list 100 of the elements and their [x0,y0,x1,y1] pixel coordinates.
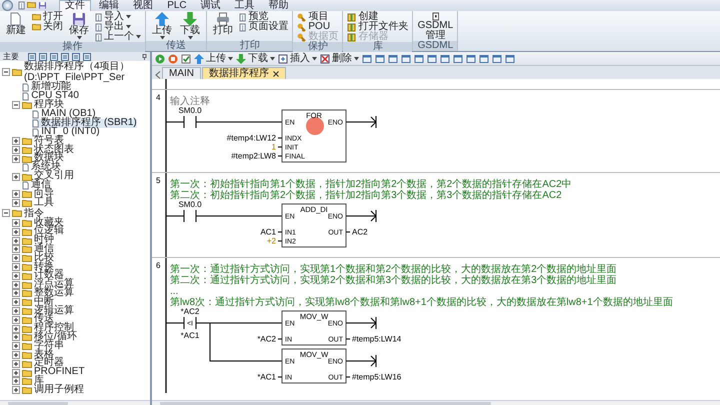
expand-toggle-icon[interactable] [12,324,20,333]
compile-icon [181,54,191,64]
tree-item[interactable]: 工具 [12,198,54,208]
ribbon-button[interactable]: 关闭 [32,22,63,32]
expand-toggle-icon[interactable] [12,190,20,198]
expand-toggle-icon[interactable] [12,386,20,394]
expand-toggle-icon[interactable] [12,218,20,227]
ribbon-button[interactable]: 打开 [32,12,63,22]
expand-toggle-icon[interactable] [12,377,20,386]
expand-toggle-icon[interactable] [12,199,20,208]
tree-item[interactable]: 新增功能 [22,83,72,92]
scrollbar-thumb[interactable] [160,402,492,404]
ribbon-button[interactable]: 导入 [95,12,142,22]
network-comment[interactable]: 输入注释 [170,96,210,107]
tree-item[interactable]: 定时器 [12,359,64,368]
function-block[interactable] [282,348,346,384]
menu-tab[interactable]: 视图 [127,0,160,11]
network-comment[interactable]: 第一次：通过指针方式访问，实现第1个数据和第2个数据的比较，大的数据放在第2个数据的地址里面 [170,264,617,275]
tree-item[interactable]: 表格 [12,350,54,360]
ribbon-button[interactable]: 保存 [67,12,91,42]
expand-toggle-icon[interactable] [12,289,20,298]
menu-tab[interactable]: 调试 [194,0,227,11]
tree-item[interactable]: 收藏夹 [12,218,64,228]
ribbon-button[interactable]: 项目 [297,12,338,22]
tree-item[interactable]: 数据排序程序 (SBR1) [32,118,137,128]
network-comment[interactable]: ... [170,286,178,297]
page-icon [18,1,26,10]
menu-tab[interactable]: 帮助 [262,0,295,11]
down-arrow-icon [183,12,198,26]
ribbon-button[interactable]: 上传 [150,12,174,41]
function-block[interactable] [282,110,346,162]
function-block[interactable] [282,310,346,346]
expand-toggle-icon[interactable] [12,333,20,342]
contact-symbol [184,116,196,128]
expand-toggle-icon[interactable] [12,306,20,315]
tree-item[interactable]: 状态图表 [12,146,74,154]
function-block[interactable] [282,204,346,248]
collapse-toggle-icon[interactable] [2,209,10,218]
tree-item[interactable]: 符号表 [12,136,64,146]
tree-item[interactable]: 浮点运算 [12,280,74,289]
menu-tab[interactable]: 编辑 [93,0,126,11]
tree-item[interactable]: 逻辑运算 [12,306,74,316]
collapse-toggle-icon[interactable] [2,68,10,76]
menu-tab[interactable]: PLC [161,0,193,11]
expand-toggle-icon[interactable] [12,350,20,359]
ribbon-button[interactable]: 预览 [239,12,288,22]
tree-item[interactable]: 比较 [12,254,54,263]
tree-item[interactable]: 移位/循环 [12,332,77,342]
expand-toggle-icon[interactable] [12,154,20,163]
app-menu-button[interactable] [2,0,13,11]
ribbon-button[interactable]: 导出 [95,22,142,32]
expand-toggle-icon[interactable] [12,254,20,262]
ribbon-button[interactable]: 打印 [211,12,236,41]
expand-toggle-icon[interactable] [12,280,20,289]
ribbon-button[interactable]: 上一个 [95,32,142,42]
expand-toggle-icon[interactable] [12,272,20,280]
operand-label: *AC2 [257,334,276,344]
scrollbar-thumb[interactable] [8,402,68,404]
ribbon-button[interactable]: 下载 [178,12,202,41]
network-comment[interactable]: 第lw8次：通过指针方式访问，实现第lw8个数据和第lw8+1个数据的比较，大的数据放在第lw8+1个数据的地址里面 [170,297,673,308]
toolbar-button[interactable]: 删除 [320,53,359,64]
tree-item[interactable]: 指令 [2,208,44,219]
ribbon-button[interactable]: GSDML管理 [417,12,454,41]
editor-tab[interactable]: 数据排序程序 [202,67,286,79]
ribbon-button[interactable]: 打开文件夹 [347,22,408,32]
tree-item[interactable]: 时钟 [12,236,54,245]
expand-toggle-icon[interactable] [12,245,20,254]
ribbon-button[interactable]: 新建 [4,12,28,42]
expand-toggle-icon[interactable] [12,228,20,236]
expand-toggle-icon[interactable] [12,368,20,377]
network-comment[interactable]: 第二次：通过指针方式访问，实现第2个数据和第3个数据的比较，大的数据放在第3个数据的地址里面 [170,275,617,286]
tree-item[interactable]: 转换 [12,262,54,272]
close-icon[interactable] [273,70,279,76]
ribbon-button[interactable]: POU [297,22,338,32]
tree-item[interactable]: 字符串 [12,342,64,351]
expand-toggle-icon[interactable] [12,172,20,181]
expand-toggle-icon[interactable] [12,262,20,271]
expand-toggle-icon[interactable] [12,342,20,350]
expand-toggle-icon[interactable] [12,360,20,368]
ribbon-button[interactable]: 页面设置 [239,22,288,32]
expand-toggle-icon[interactable] [12,298,20,306]
expand-toggle-icon[interactable] [12,316,20,324]
network-comment[interactable]: 第一次：初始指针指向第1个数据，指针加2指向第2个数据，第2个数据的指针存储在AC2中 [170,179,572,190]
expand-toggle-icon[interactable] [12,236,20,245]
ribbon-button[interactable]: 创建 [347,12,408,22]
tree-item[interactable]: 库 [12,376,44,386]
expand-toggle-icon[interactable] [12,137,20,146]
toolbar-button[interactable]: 下载 [236,53,275,64]
horizontal-scrollbar[interactable] [152,400,720,405]
tree-item[interactable]: 调用子例程 [12,386,84,395]
menu-tab[interactable]: 工具 [228,0,261,11]
network-comment[interactable]: 第二次：初始指针指向第2个数据，指针加2指向第3个数据，第3个数据的指针存储在AC2 [170,190,562,201]
horizontal-scrollbar[interactable] [0,400,150,405]
toolbar-button[interactable]: 插入 [278,53,317,64]
toolbar-button[interactable]: 上传 [194,53,233,64]
tree-item[interactable]: 程序块 [12,101,64,110]
run-icon [155,54,165,64]
editor-tab[interactable]: MAIN [162,67,201,79]
collapse-toggle-icon[interactable] [12,101,20,110]
expand-toggle-icon[interactable] [12,146,20,154]
